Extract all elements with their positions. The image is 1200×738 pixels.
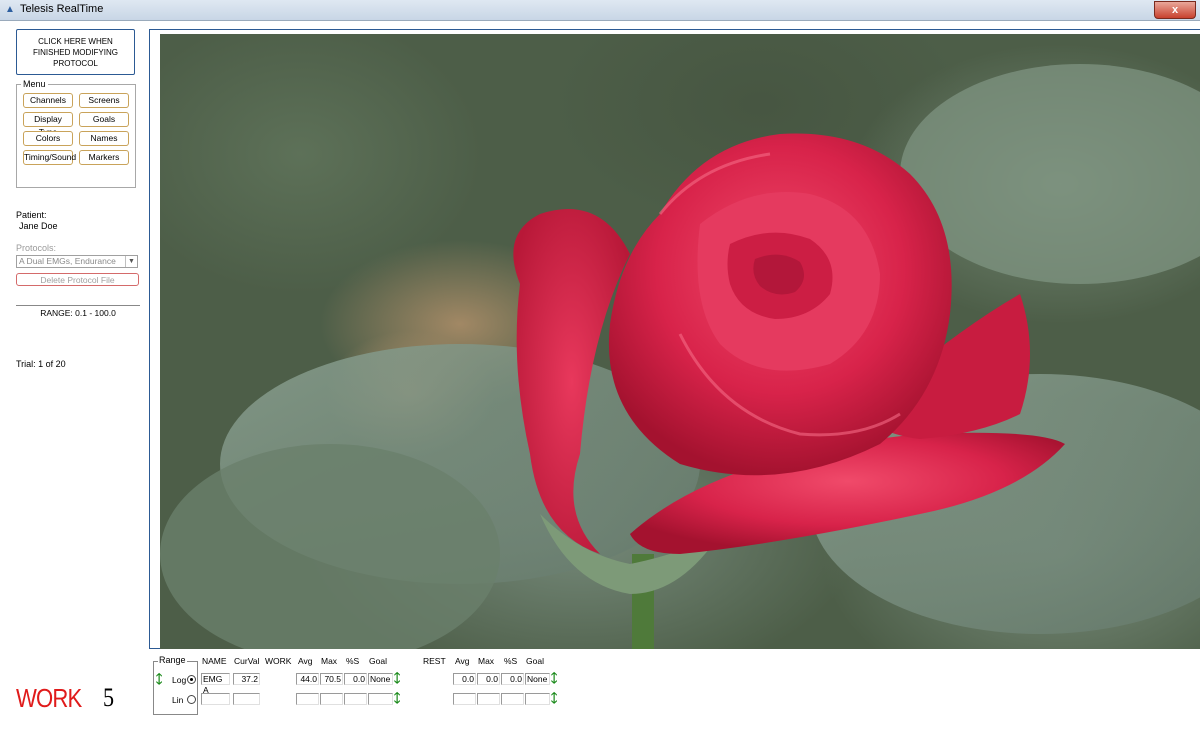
row1-rest-goal-up-icon[interactable]: 🡙 [551,672,557,684]
row2-rest-pct [501,693,524,705]
row2-name [201,693,230,705]
row2-work-avg [296,693,319,705]
display-screen [149,29,1200,649]
range-display: RANGE: 0.1 - 100.0 [16,305,140,320]
phase-countdown: 5 [103,683,114,713]
row2-work-max [320,693,343,705]
header-work-avg: Avg [298,656,313,666]
markers-button[interactable]: Markers [79,150,129,165]
header-work-pct: %S [346,656,359,666]
row1-work-pct: 0.0 [344,673,367,685]
app-icon: ▲ [5,4,16,15]
trial-counter: Trial: 1 of 20 [16,359,66,369]
header-name: NAME [202,656,227,666]
chevron-down-icon[interactable]: ▼ [125,256,137,267]
row1-rest-max: 0.0 [477,673,500,685]
range-scale-group [153,661,198,715]
lin-label: Lin [172,695,183,705]
finish-modifying-protocol-button[interactable]: CLICK HERE WHEN FINISHED MODIFYING PROTO… [16,29,135,75]
channel-table: Range 🡙 Log 🡛 Lin NAME CurVal WORK Avg M… [149,649,1200,738]
range-legend: Range [158,655,187,665]
log-label: Log [172,675,186,685]
menu-legend: Menu [21,79,48,89]
row1-name: EMG A [201,673,230,685]
row2-rest-max [477,693,500,705]
header-work: WORK [265,656,291,666]
row1-work-goal[interactable]: None [368,673,393,685]
protocols-label: Protocols: [16,243,56,253]
header-rest-avg: Avg [455,656,470,666]
protocol-select[interactable]: A Dual EMGs, Endurance ▼ [16,255,138,268]
patient-label: Patient: [16,210,47,220]
row2-work-goal-up-icon[interactable]: 🡙 [394,692,400,704]
display-type-button[interactable]: Display Type [23,112,73,127]
row1-work-goal-up-icon[interactable]: 🡙 [394,672,400,684]
rose-photo [160,34,1200,650]
goals-button[interactable]: Goals [79,112,129,127]
log-radio[interactable] [187,675,196,684]
row2-work-goal[interactable] [368,693,393,705]
protocol-select-value: A Dual EMGs, Endurance [19,256,116,266]
row2-curval [233,693,260,705]
row2-work-pct [344,693,367,705]
row1-curval: 37.2 [233,673,260,685]
title-bar: ▲ Telesis RealTime x [0,0,1200,21]
green-up-arrow-icon: 🡙 [156,673,162,685]
rose-illustration [160,34,1200,650]
header-rest: REST [423,656,446,666]
names-button[interactable]: Names [79,131,129,146]
header-work-goal: Goal [369,656,387,666]
header-rest-max: Max [478,656,494,666]
colors-button[interactable]: Colors [23,131,73,146]
row1-rest-avg: 0.0 [453,673,476,685]
row1-rest-goal[interactable]: None [525,673,550,685]
left-panel: CLICK HERE WHEN FINISHED MODIFYING PROTO… [0,21,148,738]
channels-button[interactable]: Channels [23,93,73,108]
header-rest-goal: Goal [526,656,544,666]
patient-name: Jane Doe [19,221,58,231]
header-rest-pct: %S [504,656,517,666]
screens-button[interactable]: Screens [79,93,129,108]
row2-rest-goal[interactable] [525,693,550,705]
window-title: Telesis RealTime [20,3,103,15]
phase-label: WORK [16,683,81,714]
header-work-max: Max [321,656,337,666]
delete-protocol-file-button[interactable]: Delete Protocol File [16,273,139,286]
row1-work-max: 70.5 [320,673,343,685]
lin-radio[interactable] [187,695,196,704]
row1-work-avg: 44.0 [296,673,319,685]
row2-rest-goal-up-icon[interactable]: 🡙 [551,692,557,704]
timing-sound-button[interactable]: Timing/Sound [23,150,73,165]
row2-rest-avg [453,693,476,705]
close-button[interactable]: x [1154,1,1196,19]
header-curval: CurVal [234,656,259,666]
row1-rest-pct: 0.0 [501,673,524,685]
